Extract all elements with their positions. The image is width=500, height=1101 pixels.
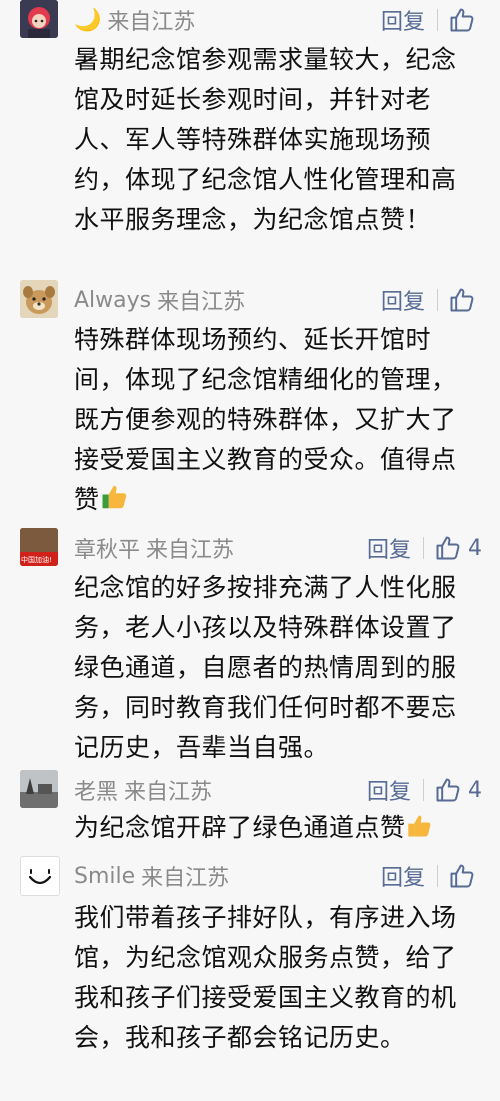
- avatar[interactable]: [20, 280, 58, 318]
- comment-actions: 回复 4: [367, 770, 482, 810]
- thumbs-up-icon: [436, 536, 460, 560]
- location: 来自江苏: [107, 10, 196, 35]
- location: 来自江苏: [124, 780, 213, 805]
- like-button[interactable]: [448, 6, 482, 34]
- thumbs-up-icon: [436, 778, 460, 802]
- like-button[interactable]: [448, 862, 482, 890]
- divider: [437, 289, 438, 311]
- comment-text-content: 特殊群体现场预约、延长开馆时间，体现了纪念馆精细化的管理，既方便参观的特殊群体，…: [74, 325, 457, 514]
- comment-meta: 老黑 来自江苏: [74, 770, 212, 810]
- comment-item: 老黑 来自江苏 回复 4 为纪念馆开辟了绿色通道点赞: [0, 770, 500, 850]
- reply-button[interactable]: 回复: [381, 4, 425, 36]
- avatar-caption: 中国加油!: [21, 556, 52, 564]
- avatar[interactable]: [20, 856, 60, 896]
- comment-text: 为纪念馆开辟了绿色通道点赞: [74, 808, 494, 852]
- comment-text: 暑期纪念馆参观需求量较大，纪念馆及时延长参观时间，并针对老人、军人等特殊群体实施…: [74, 45, 457, 234]
- comment-meta: Smile 来自江苏: [74, 856, 229, 896]
- comment-actions: 回复: [381, 856, 482, 896]
- comment-meta: 🌙 来自江苏: [74, 0, 195, 40]
- thumbs-up-emoji-icon: [406, 812, 434, 852]
- nickname[interactable]: 章秋平: [74, 532, 140, 564]
- divider: [423, 537, 424, 559]
- reply-button[interactable]: 回复: [367, 774, 411, 806]
- avatar[interactable]: 中国加油!: [20, 528, 58, 566]
- location: 来自江苏: [141, 866, 230, 891]
- nickname[interactable]: 🌙: [74, 8, 101, 33]
- comment-text: 我们带着孩子排好队，有序进入场馆，为纪念馆观众服务点赞，给了我和孩子们接受爱国主…: [74, 903, 457, 1052]
- plush-dog-avatar-icon: [20, 280, 58, 318]
- comment-item: Always 来自江苏 回复 特殊群体现场预约、延长开馆时间，体现了纪念馆精细化…: [0, 280, 500, 520]
- nickname[interactable]: Smile: [74, 864, 135, 889]
- like-button[interactable]: 4: [434, 534, 482, 562]
- nickname[interactable]: Always: [74, 288, 151, 313]
- avatar[interactable]: [20, 770, 58, 808]
- nickname[interactable]: 老黑: [74, 774, 118, 806]
- location: 来自江苏: [157, 290, 246, 315]
- thumbs-up-emoji-icon: [100, 482, 130, 524]
- like-button[interactable]: [448, 286, 482, 314]
- comment-actions: 回复 4: [367, 528, 482, 568]
- comment-item: 🌙 来自江苏 回复 暑期纪念馆参观需求量较大，纪念馆及时延长参观时间，并针对老人…: [0, 0, 500, 270]
- divider: [437, 865, 438, 887]
- comment-text-content: 为纪念馆开辟了绿色通道点赞: [74, 813, 406, 842]
- like-count: 4: [468, 535, 482, 561]
- thumbs-up-icon: [450, 288, 474, 312]
- comment-text: 纪念馆的好多按排充满了人性化服务，老人小孩以及特殊群体设置了绿色通道，自愿者的热…: [74, 573, 457, 762]
- like-count: 4: [468, 777, 482, 803]
- comment-actions: 回复: [381, 280, 482, 320]
- comment-list: 🌙 来自江苏 回复 暑期纪念馆参观需求量较大，纪念馆及时延长参观时间，并针对老人…: [0, 0, 500, 1101]
- reply-button[interactable]: 回复: [381, 860, 425, 892]
- comment-item: 中国加油! 章秋平 来自江苏 回复 4 纪念馆的好多按排充满了人性化服务，老人小…: [0, 528, 500, 762]
- comment-actions: 回复: [381, 0, 482, 40]
- smile-face-avatar-icon: [21, 857, 59, 895]
- comment-meta: 章秋平 来自江苏: [74, 528, 234, 568]
- divider: [423, 779, 424, 801]
- landscape-photo-avatar-icon: [20, 770, 58, 808]
- comment-item: Smile 来自江苏 回复 我们带着孩子排好队，有序进入场馆，为纪念馆观众服务点…: [0, 856, 500, 1101]
- like-button[interactable]: 4: [434, 776, 482, 804]
- divider: [437, 9, 438, 31]
- thumbs-up-icon: [450, 8, 474, 32]
- thumbs-up-icon: [450, 864, 474, 888]
- reply-button[interactable]: 回复: [381, 284, 425, 316]
- location: 来自江苏: [146, 538, 235, 563]
- reply-button[interactable]: 回复: [367, 532, 411, 564]
- comment-text: 特殊群体现场预约、延长开馆时间，体现了纪念馆精细化的管理，既方便参观的特殊群体，…: [74, 320, 474, 524]
- comment-meta: Always 来自江苏: [74, 280, 245, 320]
- red-hair-character-avatar-icon: [20, 0, 58, 38]
- avatar[interactable]: [20, 0, 58, 38]
